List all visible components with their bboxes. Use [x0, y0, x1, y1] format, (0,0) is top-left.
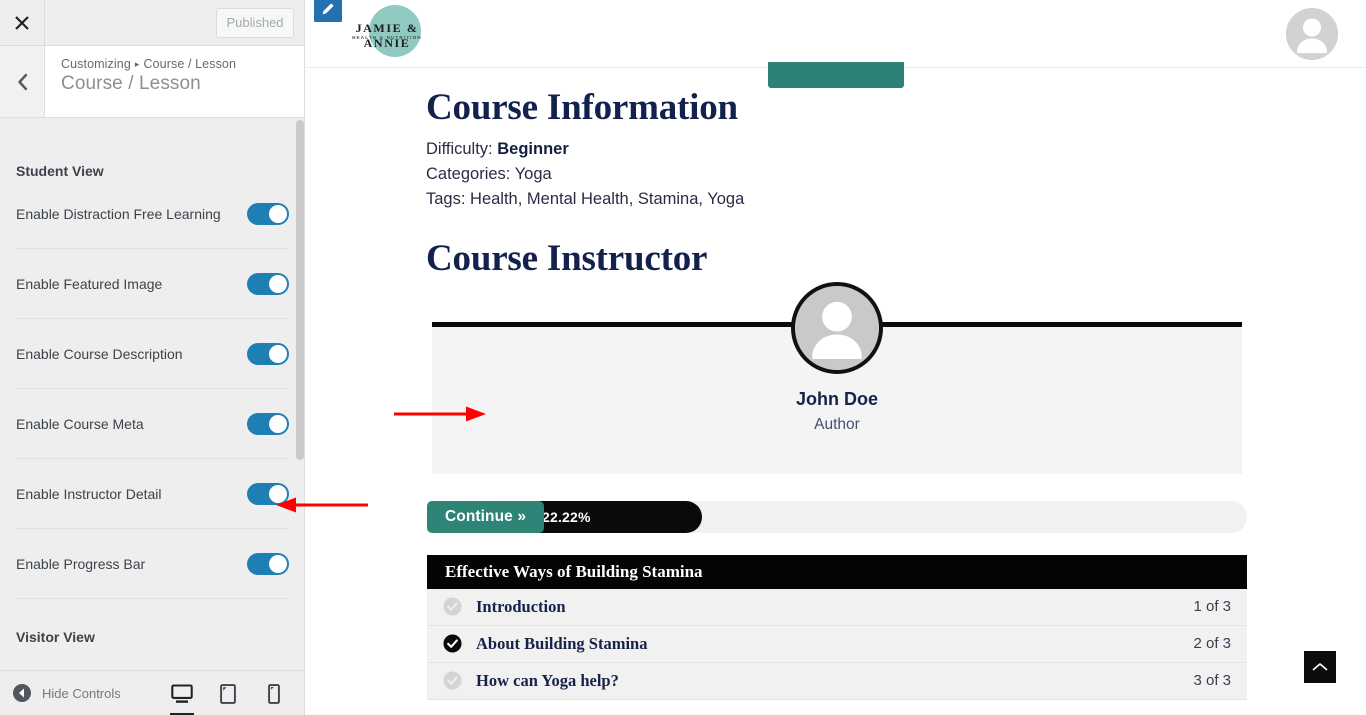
control-label: Enable Course Description: [16, 345, 183, 362]
publish-button[interactable]: Published: [216, 8, 294, 38]
toggle-progress-bar[interactable]: [247, 552, 289, 575]
logo-line-2: HEALTH & NUTRITION: [352, 35, 422, 40]
control-row-distraction-free[interactable]: Enable Distraction Free Learning: [16, 179, 289, 249]
lesson-title: How can Yoga help?: [476, 670, 619, 690]
categories-label: Categories:: [426, 164, 511, 183]
course-meta-categories: Categories: Yoga: [426, 162, 1366, 187]
instructor-role: Author: [814, 415, 860, 433]
tags-label: Tags:: [426, 189, 466, 208]
site-header: JAMIE & ANNIE HEALTH & NUTRITION: [306, 0, 1366, 68]
lesson-status-incomplete-icon: [443, 597, 476, 616]
lesson-row[interactable]: About Building Stamina 2 of 3: [427, 625, 1247, 663]
continue-button[interactable]: Continue »: [427, 500, 544, 533]
toggle-course-description[interactable]: [247, 342, 289, 365]
page-title: Course / Lesson: [61, 73, 201, 94]
control-label: Enable Instructor Detail: [16, 485, 162, 502]
control-row-course-description[interactable]: Enable Course Description: [16, 319, 289, 389]
control-row-progress-bar[interactable]: Enable Progress Bar: [16, 529, 289, 599]
difficulty-label: Difficulty:: [426, 139, 493, 158]
back-to-top-button[interactable]: [1304, 651, 1336, 683]
toggle-knob: [269, 204, 287, 223]
course-progress-bar: 22.22% Continue »: [427, 500, 1247, 533]
toggle-course-meta[interactable]: [247, 412, 289, 435]
progress-percent-label: 22.22%: [542, 508, 591, 525]
site-preview: JAMIE & ANNIE HEALTH & NUTRITION Course …: [306, 0, 1366, 715]
customizer-panel-header: Customizing ▸ Course / Lesson Course / Les…: [0, 46, 304, 118]
back-chevron-icon[interactable]: [0, 46, 45, 117]
device-preview-switcher: [159, 671, 297, 715]
lesson-status-incomplete-icon: [443, 671, 476, 690]
sidebar-scrollbar[interactable]: [296, 120, 304, 460]
lesson-list: Effective Ways of Building Stamina Intro…: [427, 554, 1247, 700]
tablet-icon: [220, 683, 236, 704]
lesson-count: 2 of 3: [1193, 635, 1231, 653]
collapse-left-icon: [13, 684, 31, 702]
instructor-card: John Doe Author: [432, 281, 1242, 474]
site-logo[interactable]: JAMIE & ANNIE HEALTH & NUTRITION: [337, 3, 437, 63]
control-row-instructor-detail[interactable]: Enable Instructor Detail: [16, 459, 289, 529]
close-icon[interactable]: [0, 0, 45, 45]
toggle-knob: [269, 344, 287, 363]
breadcrumb: Customizing ▸ Course / Lesson: [61, 57, 236, 71]
mobile-icon: [268, 683, 280, 704]
device-mobile-button[interactable]: [251, 671, 297, 715]
desktop-icon: [171, 683, 193, 703]
course-meta-difficulty: Difficulty: Beginner: [426, 137, 1366, 162]
toggle-featured-image[interactable]: [247, 272, 289, 295]
course-meta: Difficulty: Beginner Categories: Yoga Ta…: [426, 137, 1366, 212]
lesson-row[interactable]: How can Yoga help? 3 of 3: [427, 662, 1247, 700]
control-label: Enable Course Meta: [16, 415, 144, 432]
device-desktop-button[interactable]: [159, 671, 205, 715]
section-title-student-view: Student View: [16, 163, 104, 179]
panel-titles: Customizing ▸ Course / Lesson Course / Les…: [45, 46, 236, 117]
lesson-title: About Building Stamina: [476, 633, 648, 653]
control-label: Enable Progress Bar: [16, 555, 146, 572]
chevron-up-icon: [1312, 663, 1328, 671]
breadcrumb-root: Customizing: [61, 57, 131, 71]
lesson-count: 3 of 3: [1193, 672, 1231, 690]
toggle-knob: [269, 414, 287, 433]
course-information-heading: Course Information: [426, 87, 738, 128]
user-avatar-icon[interactable]: [1286, 8, 1338, 60]
tags-value: Health, Mental Health, Stamina, Yoga: [470, 189, 745, 208]
customizer-controls: Student View Enable Distraction Free Lea…: [0, 119, 304, 675]
control-row-featured-image[interactable]: Enable Featured Image: [16, 249, 289, 319]
lesson-count: 1 of 3: [1193, 598, 1231, 616]
instructor-name: John Doe: [795, 388, 878, 409]
toggle-knob: [269, 274, 287, 293]
toggle-instructor-detail[interactable]: [247, 482, 289, 505]
breadcrumb-current: Course / Lesson: [143, 57, 237, 71]
control-label: Enable Featured Image: [16, 275, 163, 292]
customizer-sidebar: Published Customizing ▸ Course / Lesson Co…: [0, 0, 305, 715]
toggle-knob: [269, 484, 287, 503]
device-tablet-button[interactable]: [205, 671, 251, 715]
preview-content: Course Information Difficulty: Beginner …: [306, 87, 1366, 700]
section-title-visitor-view: Visitor View: [16, 629, 95, 645]
difficulty-value: Beginner: [497, 139, 569, 158]
lesson-list-title: Effective Ways of Building Stamina: [427, 554, 1247, 589]
lesson-title: Introduction: [476, 596, 566, 616]
breadcrumb-separator-icon: ▸: [134, 59, 140, 69]
categories-value: Yoga: [514, 164, 552, 183]
course-meta-tags: Tags: Health, Mental Health, Stamina, Yo…: [426, 187, 1366, 212]
screen: Published Customizing ▸ Course / Lesson Co…: [0, 0, 1366, 715]
customizer-footer: Hide Controls: [0, 670, 304, 715]
control-label: Enable Distraction Free Learning: [16, 205, 221, 222]
instructor-avatar-icon: [791, 281, 883, 374]
toggle-knob: [269, 554, 287, 573]
control-row-course-meta[interactable]: Enable Course Meta: [16, 389, 289, 459]
hide-controls-button[interactable]: Hide Controls: [0, 683, 121, 703]
toggle-distraction-free-learning[interactable]: [247, 202, 289, 225]
featured-button-partial[interactable]: [768, 62, 904, 88]
lesson-status-complete-icon: [443, 634, 476, 653]
customizer-header: Published: [0, 0, 304, 46]
hide-controls-label: Hide Controls: [42, 685, 121, 701]
course-instructor-heading: Course Instructor: [426, 237, 708, 279]
lesson-row[interactable]: Introduction 1 of 3: [427, 588, 1247, 626]
